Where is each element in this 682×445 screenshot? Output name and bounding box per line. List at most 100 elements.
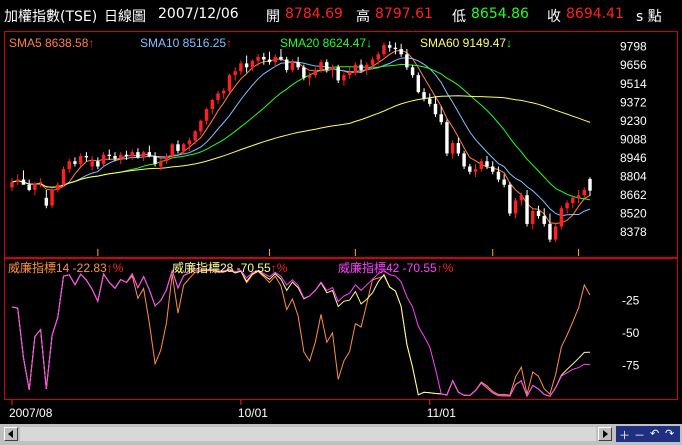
candle-body (405, 54, 409, 68)
candle-body (50, 189, 54, 206)
candle-body (548, 223, 552, 240)
zoom-in-icon[interactable]: ＋ (619, 427, 630, 443)
candle-body (342, 75, 346, 81)
candle-body (136, 152, 140, 158)
candle-body (508, 184, 512, 214)
candle-body (313, 69, 318, 76)
candle-body (267, 59, 272, 63)
candle-body (147, 152, 152, 157)
candle-body (153, 156, 157, 164)
candle-body (56, 184, 60, 190)
wr-legend-2: 威廉指標28 -70.55↑% (172, 260, 288, 275)
scroll-track[interactable] (20, 427, 596, 441)
candle-body (290, 62, 295, 70)
candle-body (307, 75, 312, 78)
candle-body (222, 90, 226, 94)
price-tick-label: 8520 (620, 206, 647, 220)
candle-body (67, 161, 71, 170)
candle-body (204, 109, 209, 121)
candle-body (101, 154, 106, 164)
candle-body (445, 122, 449, 154)
candle-body (370, 59, 375, 65)
candle-body (21, 179, 26, 185)
sma-legend-1: SMA5 8638.58↑ (9, 36, 94, 50)
candle-body (542, 216, 546, 224)
candle-body (96, 161, 100, 167)
candle-body (124, 154, 129, 157)
price-tick-label: 8804 (620, 169, 647, 183)
candle-body (479, 161, 483, 170)
candle-body (399, 49, 403, 55)
price-tick-label: 9088 (620, 132, 647, 146)
candle-body (239, 63, 243, 72)
candle-body (159, 161, 163, 167)
candle-body (302, 67, 306, 78)
candle-body (284, 59, 289, 70)
candle-body (107, 154, 112, 157)
wr14-line (11, 269, 591, 396)
candle-body (256, 56, 260, 61)
zoom-controls[interactable]: ＋ － ↶ ↷ (616, 426, 680, 442)
candle-body (502, 179, 506, 185)
price-tick-label: 9230 (620, 114, 647, 128)
scroll-left-button[interactable] (4, 427, 18, 441)
candle-body (582, 189, 586, 196)
sma-legend-4: SMA60 9149.47↓ (420, 36, 512, 50)
candle-body (164, 156, 169, 162)
candle-body (325, 62, 329, 70)
candle-body (16, 179, 20, 183)
undo-icon[interactable]: ↶ (650, 427, 659, 440)
candle-body (113, 156, 117, 159)
candle-body (347, 72, 352, 76)
wr-tick-label: -50 (622, 326, 640, 340)
candle-body (433, 103, 438, 115)
price-tick-label: 8946 (620, 151, 647, 165)
candle-body (336, 67, 340, 81)
candle-body (490, 166, 495, 172)
candle-body (525, 195, 529, 224)
candle-body (250, 60, 255, 68)
candle-body (416, 75, 421, 93)
candle-body (27, 184, 31, 190)
candle-body (439, 114, 443, 123)
sma60-line (11, 95, 591, 188)
candle-body (73, 161, 77, 164)
candle-body (10, 182, 14, 188)
candle-body (176, 144, 180, 151)
candle-body (273, 56, 277, 63)
candle-body (210, 99, 215, 110)
candle-body (519, 195, 524, 201)
candle-body (233, 71, 237, 76)
candle-body (141, 152, 146, 158)
candle-body (462, 153, 466, 167)
wr-tick-label: -25 (622, 294, 640, 308)
candle-body (279, 56, 283, 60)
candle-body (130, 152, 134, 157)
sma10-line (11, 57, 591, 217)
zoom-out-icon[interactable]: － (634, 427, 645, 443)
price-tick-label: 9372 (620, 95, 647, 109)
candle-body (422, 92, 426, 99)
candle-body (199, 120, 203, 132)
candle-body (330, 67, 335, 70)
candle-body (359, 64, 363, 70)
price-tick-label: 9798 (620, 40, 647, 54)
chart-canvas[interactable]: 9798 9656 9514 9372 9230 9088 8946 8804 8662 8520… (0, 0, 682, 424)
scroll-right-button[interactable] (598, 427, 612, 441)
price-tick-label: 8662 (620, 188, 647, 202)
candle-body (387, 45, 392, 48)
candle-body (216, 93, 220, 100)
candle-body (262, 56, 266, 60)
candle-body (44, 197, 49, 206)
candle-body (319, 62, 323, 70)
sma5-line (11, 49, 591, 224)
candle-body (588, 178, 592, 191)
candle-body (90, 161, 94, 167)
candle-body (393, 47, 398, 50)
candle-body (187, 140, 192, 145)
candle-body (376, 54, 380, 60)
horizontal-scrollbar[interactable]: ＋ － ↶ ↷ (0, 424, 682, 445)
price-tick-label: 9514 (620, 77, 647, 91)
candle-body (353, 64, 358, 73)
redo-icon[interactable]: ↷ (665, 427, 674, 440)
